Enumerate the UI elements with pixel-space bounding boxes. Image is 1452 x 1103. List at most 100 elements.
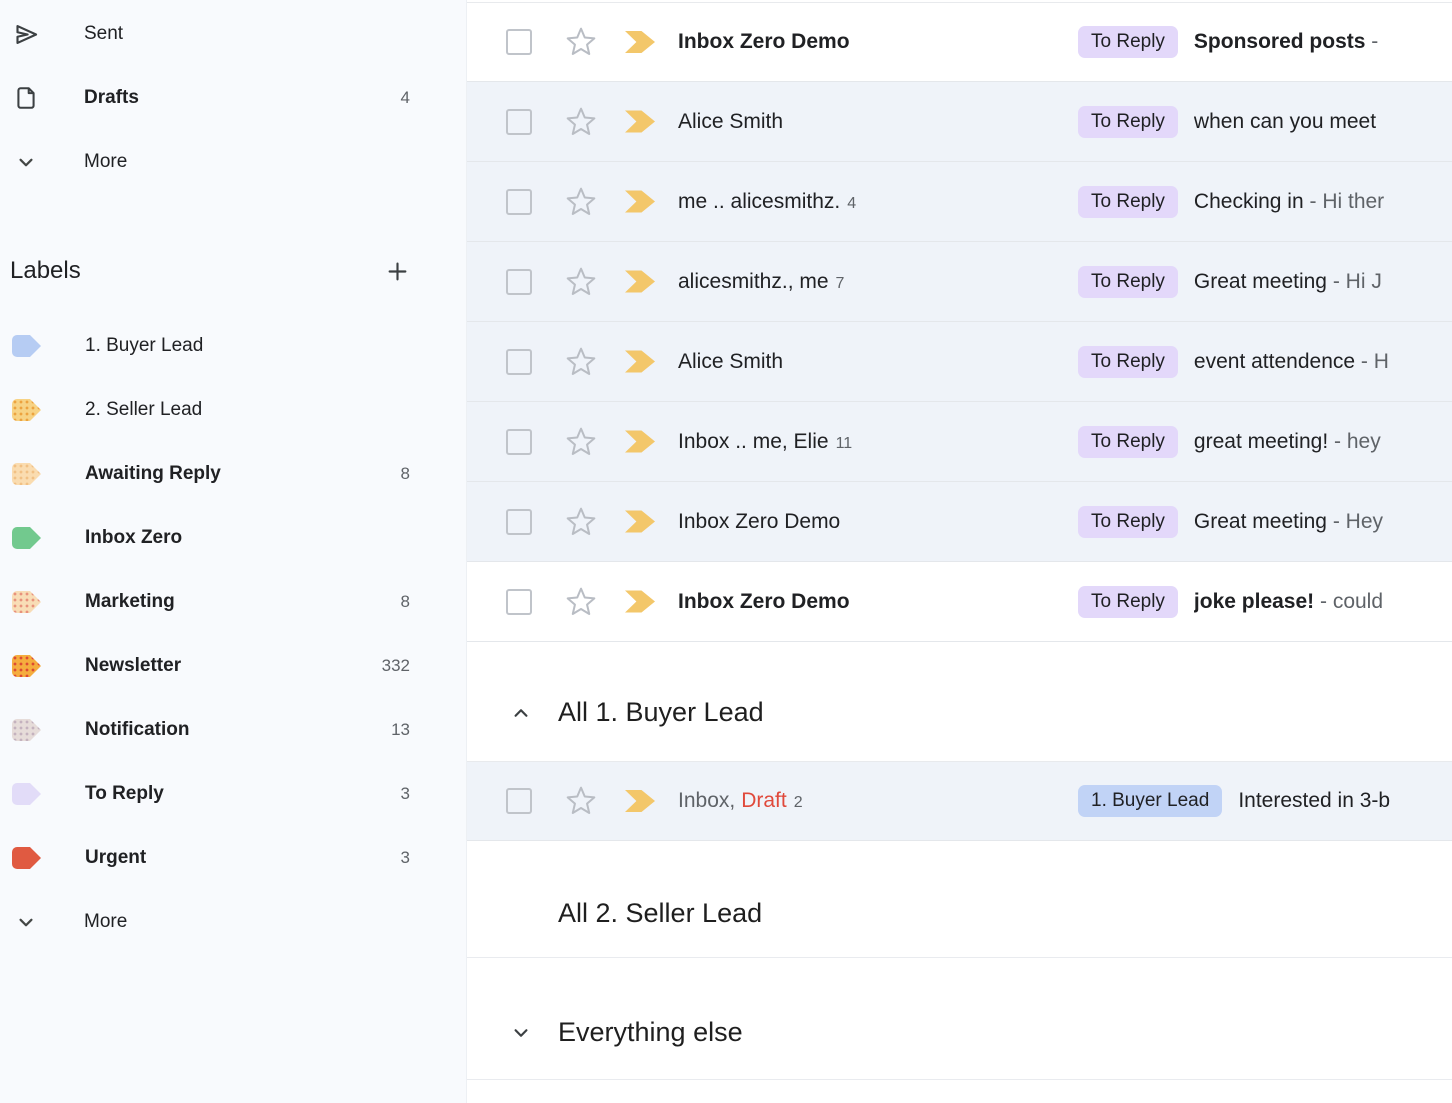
sidebar-label-inbox-zero[interactable]: Inbox Zero [0,506,466,570]
select-checkbox[interactable] [506,349,532,375]
sidebar-label-urgent[interactable]: Urgent 3 [0,826,466,890]
importance-marker-icon[interactable] [625,790,655,813]
importance-marker-icon[interactable] [625,110,655,133]
sidebar-item-more[interactable]: More [0,130,466,194]
to-reply-badge[interactable]: To Reply [1078,106,1178,138]
section-everything-else[interactable]: Everything else [467,958,1452,1080]
sidebar-label-newsletter[interactable]: Newsletter 332 [0,634,466,698]
select-checkbox[interactable] [506,429,532,455]
label-tag-icon [12,847,41,869]
sidebar-label-to-reply[interactable]: To Reply 3 [0,762,466,826]
select-checkbox[interactable] [506,29,532,55]
label-tag-icon [12,399,41,421]
select-checkbox[interactable] [506,509,532,535]
select-checkbox[interactable] [506,109,532,135]
importance-marker-icon[interactable] [625,270,655,293]
chevron-down-icon [12,908,40,936]
star-icon[interactable] [565,26,597,58]
importance-marker-icon[interactable] [625,190,655,213]
section-title: All 1. Buyer Lead [558,697,764,728]
label-count: 3 [401,784,410,804]
to-reply-badge[interactable]: To Reply [1078,506,1178,538]
label-name: Notification [85,719,190,741]
sidebar-item-drafts[interactable]: Drafts 4 [0,66,466,130]
importance-marker-icon[interactable] [625,350,655,373]
sidebar-label-buyer-lead[interactable]: 1. Buyer Lead [0,314,466,378]
sender-name: alicesmithz., me [678,270,829,294]
email-subject: great meeting! [1194,430,1328,453]
chevron-up-icon[interactable] [508,700,534,726]
label-tag-icon [12,591,41,613]
importance-marker-icon[interactable] [625,510,655,533]
to-reply-badge[interactable]: To Reply [1078,266,1178,298]
label-name: Urgent [85,847,146,869]
email-snippet: Hi J [1346,270,1382,293]
label-tag-icon [12,527,41,549]
email-row[interactable]: Alice Smith To Reply event attendence - … [467,322,1452,402]
star-icon[interactable] [565,266,597,298]
sidebar-item-sent[interactable]: Sent [0,2,466,66]
section-seller-lead[interactable]: All 2. Seller Lead [467,841,1452,958]
star-icon[interactable] [565,586,597,618]
label-name: Inbox Zero [85,527,182,549]
email-row[interactable]: Inbox Zero Demo To Reply Sponsored posts… [467,2,1452,82]
to-reply-badge[interactable]: To Reply [1078,26,1178,58]
section-title: Everything else [558,1017,743,1048]
folder-label: Inbox, [678,789,735,813]
sidebar-labels-more[interactable]: More [0,890,466,954]
importance-marker-icon[interactable] [625,31,655,54]
star-icon[interactable] [565,506,597,538]
label-name: To Reply [85,783,164,805]
email-row[interactable]: Inbox .. me, Elie11 To Reply great meeti… [467,402,1452,482]
email-row[interactable]: Alice Smith To Reply when can you meet [467,82,1452,162]
label-tag-icon [12,463,41,485]
email-row[interactable]: me .. alicesmithz.4 To Reply Checking in… [467,162,1452,242]
email-row[interactable]: Inbox Zero Demo To Reply joke please! - … [467,562,1452,642]
sidebar-label-marketing[interactable]: Marketing 8 [0,570,466,634]
snippet-separator: - [1365,30,1378,53]
email-subject: event attendence [1194,350,1355,373]
sidebar-label-seller-lead[interactable]: 2. Seller Lead [0,378,466,442]
sidebar-label-notification[interactable]: Notification 13 [0,698,466,762]
select-checkbox[interactable] [506,589,532,615]
label-name: 1. Buyer Lead [85,335,203,357]
to-reply-badge[interactable]: To Reply [1078,426,1178,458]
email-subject: Interested in 3-b [1238,789,1390,812]
section-buyer-lead[interactable]: All 1. Buyer Lead [467,642,1452,761]
importance-marker-icon[interactable] [625,590,655,613]
label-name: 2. Seller Lead [85,399,202,421]
chevron-down-icon[interactable] [508,1020,534,1046]
star-icon[interactable] [565,106,597,138]
email-snippet: Hi ther [1322,190,1384,213]
select-checkbox[interactable] [506,189,532,215]
to-reply-badge[interactable]: To Reply [1078,586,1178,618]
star-icon[interactable] [565,426,597,458]
to-reply-badge[interactable]: To Reply [1078,346,1178,378]
sender-name: Alice Smith [678,350,783,374]
labels-list: 1. Buyer Lead 2. Seller Lead Awaiting Re… [0,314,466,954]
email-row[interactable]: Inbox, Draft 2 1. Buyer Lead Interested … [467,761,1452,841]
label-count: 332 [382,656,410,676]
star-icon[interactable] [565,186,597,218]
star-icon[interactable] [565,785,597,817]
email-row[interactable]: alicesmithz., me7 To Reply Great meeting… [467,242,1452,322]
buyer-lead-badge[interactable]: 1. Buyer Lead [1078,785,1222,817]
snippet-separator: - [1327,510,1346,533]
email-row[interactable]: Inbox Zero Demo To Reply Great meeting -… [467,482,1452,562]
snippet-separator: - [1328,430,1347,453]
importance-marker-icon[interactable] [625,430,655,453]
to-reply-badge[interactable]: To Reply [1078,186,1178,218]
select-checkbox[interactable] [506,269,532,295]
email-snippet: H [1374,350,1389,373]
sidebar: Sent Drafts 4 More Labels 1. Buyer Lead … [0,0,467,1103]
item-count: 4 [401,88,410,108]
add-label-button[interactable] [383,257,411,285]
message-count: 2 [794,794,803,812]
select-checkbox[interactable] [506,788,532,814]
sender-name: Inbox Zero Demo [678,30,850,54]
sidebar-label-awaiting-reply[interactable]: Awaiting Reply 8 [0,442,466,506]
email-snippet: Hey [1346,510,1383,533]
label-name: Awaiting Reply [85,463,221,485]
label-tag-icon [12,655,41,677]
star-icon[interactable] [565,346,597,378]
